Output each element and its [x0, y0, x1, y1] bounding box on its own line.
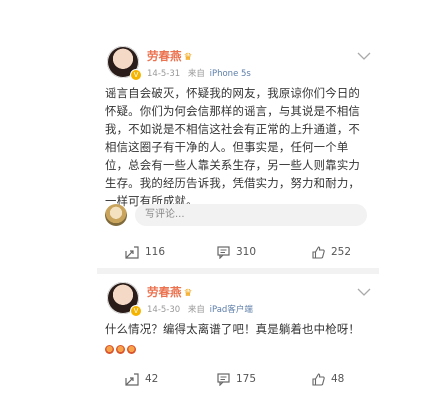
repost-count: 116	[145, 246, 166, 258]
comment-button[interactable]: 310	[217, 241, 256, 263]
chevron-down-icon[interactable]	[357, 52, 371, 60]
like-icon	[312, 372, 325, 386]
repost-icon	[125, 372, 139, 386]
post-text-line: 谣言自会破灭，怀疑我的网友，我原谅你们今日的	[105, 86, 360, 100]
like-count: 48	[331, 373, 345, 385]
post-date: 14-5-31	[147, 69, 181, 79]
post-text-line: 相信这圈子有干净的人。但事实是，任何一个单	[105, 140, 349, 154]
repost-button[interactable]: 42	[125, 368, 158, 390]
comment-row: 写评论...	[105, 204, 375, 226]
emoji-icon	[116, 345, 125, 354]
verified-badge-icon: V	[131, 70, 141, 80]
emoji-icon	[105, 345, 114, 354]
like-count: 252	[331, 246, 352, 258]
emoji-row	[105, 340, 377, 358]
vip-crown-icon: ♛	[183, 52, 193, 63]
repost-count: 42	[145, 373, 159, 385]
repost-button[interactable]: 116	[125, 241, 165, 263]
weibo-feed: V 劳春燕 ♛ 14-5-31 来自 iPhone 5s 谣言自会破灭，怀疑我的网…	[97, 0, 379, 414]
post-date: 14-5-30	[147, 305, 181, 315]
source-prefix: 来自	[187, 69, 205, 79]
comment-button[interactable]: 175	[217, 368, 256, 390]
post-card: V 劳春燕 ♛ 14-5-31 来自 iPhone 5s 谣言自会破灭，怀疑我的网…	[97, 38, 379, 268]
post-meta: 14-5-31 来自 iPhone 5s	[147, 67, 251, 79]
post-text-line: 我，不如说是不相信这社会有正常的上升通道，不	[105, 122, 360, 136]
like-icon	[312, 245, 325, 259]
post-text-line: 怀疑。你们为何会信那样的谣言，与其说是不相信	[105, 104, 360, 118]
verified-badge-icon: V	[131, 306, 141, 316]
comment-count: 310	[236, 246, 257, 258]
post-text-line: 位，总会有一些人靠关系生存，另一些人则靠实力	[105, 158, 360, 172]
chevron-down-icon[interactable]	[357, 288, 371, 296]
comment-icon	[217, 245, 230, 259]
post-text: 谣言自会破灭，怀疑我的网友，我原谅你们今日的 怀疑。你们为何会信那样的谣言，与其…	[105, 84, 377, 210]
source-prefix: 来自	[187, 305, 205, 315]
post-source[interactable]: iPad客户端	[210, 305, 253, 315]
comment-icon	[217, 372, 230, 386]
comment-count: 175	[236, 373, 257, 385]
repost-icon	[125, 245, 139, 259]
post-card: V 劳春燕 ♛ 14-5-30 来自 iPad客户端 什么情况？编得太离谱了吧！真…	[97, 274, 379, 414]
post-text-line: 什么情况？编得太离谱了吧！真是躺着也中枪呀！	[105, 322, 360, 336]
post-text: 什么情况？编得太离谱了吧！真是躺着也中枪呀！	[105, 320, 377, 358]
comment-input[interactable]: 写评论...	[135, 204, 367, 226]
commenter-avatar	[105, 204, 127, 226]
post-text-line: 生存。我的经历告诉我，凭借实力，努力和耐力，	[105, 176, 360, 190]
author-name[interactable]: 劳春燕 ♛	[147, 48, 192, 64]
post-actions: 116 310 252	[97, 241, 379, 263]
author-name[interactable]: 劳春燕 ♛	[147, 284, 192, 300]
like-button[interactable]: 252	[312, 241, 351, 263]
vip-crown-icon: ♛	[183, 288, 193, 299]
post-source[interactable]: iPhone 5s	[210, 69, 251, 79]
like-button[interactable]: 48	[312, 368, 344, 390]
emoji-icon	[127, 345, 136, 354]
post-meta: 14-5-30 来自 iPad客户端	[147, 303, 253, 315]
post-actions: 42 175 48	[97, 368, 379, 390]
